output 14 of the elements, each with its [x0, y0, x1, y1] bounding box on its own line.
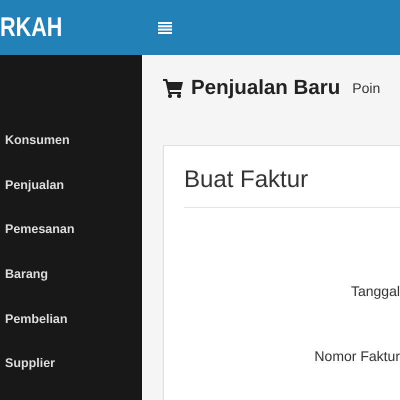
sidebar-item[interactable]: Barang	[0, 266, 142, 311]
sidebar-item[interactable]: Supplier	[0, 355, 142, 400]
page-title: Penjualan Baru	[191, 76, 340, 100]
card-title: Buat Faktur	[184, 166, 310, 194]
sidebar-item[interactable]: Penjualan	[0, 176, 142, 222]
sidebar-item[interactable]: Pembelian	[0, 310, 142, 356]
sidebar-item[interactable]: Konsumen	[0, 132, 142, 177]
cart-icon	[163, 78, 183, 98]
menu-icon[interactable]	[158, 22, 172, 34]
page-subtitle: Poin	[352, 80, 380, 96]
sidebar-item[interactable]: Pemesanan	[0, 221, 142, 266]
brand-logo[interactable]: RKAH	[0, 12, 62, 43]
field-label: Tanggal	[350, 283, 400, 300]
field-label: Nomor Faktur	[314, 348, 400, 365]
